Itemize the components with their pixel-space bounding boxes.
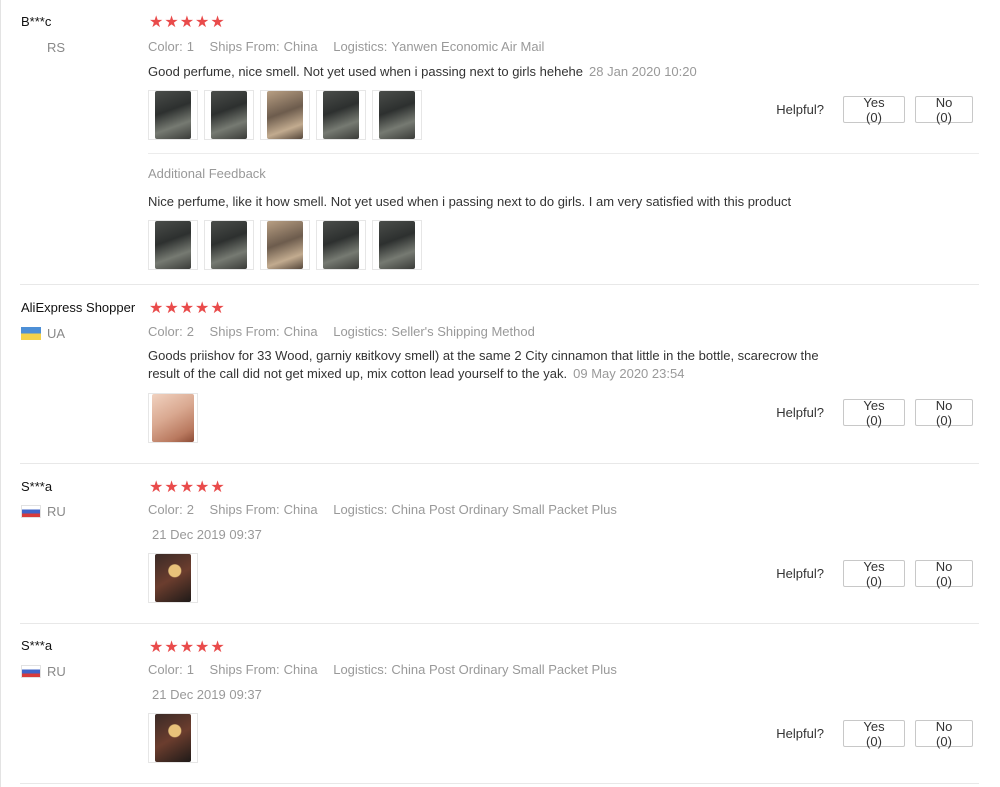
review-photo-thumbnail[interactable] (204, 90, 254, 140)
review-photo-thumbnail[interactable] (148, 393, 198, 443)
logistics-value: Yanwen Economic Air Mail (391, 39, 545, 54)
ships-from-label: Ships From: (209, 324, 280, 339)
review-photo-thumbnail[interactable] (372, 220, 422, 270)
ukraine-flag-icon (21, 327, 41, 340)
color-label: Color: (148, 662, 183, 677)
review-photo-thumbnail[interactable] (316, 90, 366, 140)
additional-feedback-photos (148, 220, 422, 270)
helpful-yes-button[interactable]: Yes (0) (843, 398, 905, 428)
country-code: UA (47, 326, 66, 341)
additional-feedback-label: Additional Feedback (148, 166, 266, 181)
color-value: 2 (186, 324, 194, 339)
review-divider (20, 284, 979, 285)
review-date: 09 May 2020 23:54 (573, 366, 685, 381)
helpful-yes-button[interactable]: Yes (0) (843, 95, 905, 125)
page-left-border (0, 0, 1, 787)
color-label: Color: (148, 502, 183, 517)
helpful-no-button[interactable]: No (0) (915, 398, 973, 428)
reviewer-country: UA (21, 326, 65, 341)
review-photo-thumbnail[interactable] (316, 220, 366, 270)
order-info: Color: 2 Ships From: China Logistics: China… (148, 502, 629, 517)
star-rating: ★★★★★ (149, 14, 226, 31)
review-photos (148, 713, 198, 763)
reviewer-country: RS (21, 40, 65, 55)
logistics-label: Logistics: (333, 662, 388, 677)
reviewer-name: B***c (21, 14, 52, 29)
color-value: 2 (186, 502, 194, 517)
additional-feedback-divider (148, 153, 979, 154)
review-body-line: result of the call did not get mixed up,… (148, 366, 568, 381)
review-photo-thumbnail[interactable] (372, 90, 422, 140)
review-photo-thumbnail[interactable] (148, 220, 198, 270)
logistics-value: China Post Ordinary Small Packet Plus (391, 502, 617, 517)
review-photos (148, 553, 198, 603)
review-photos (148, 90, 422, 140)
helpful-vote: Helpful? Yes (0) No (0) (776, 398, 973, 428)
logistics-value: Seller's Shipping Method (391, 324, 535, 339)
russia-flag-icon (21, 505, 41, 518)
helpful-no-button[interactable]: No (0) (915, 95, 973, 125)
logistics-value: China Post Ordinary Small Packet Plus (391, 662, 617, 677)
ships-from-label: Ships From: (209, 39, 280, 54)
review-photo-thumbnail[interactable] (204, 220, 254, 270)
reviewer-country: RU (21, 664, 66, 679)
helpful-vote: Helpful? Yes (0) No (0) (776, 719, 973, 749)
ships-from-value: China (283, 502, 318, 517)
helpful-label: Helpful? (776, 405, 824, 420)
country-code: RU (47, 664, 66, 679)
country-code: RU (47, 504, 66, 519)
order-info: Color: 2 Ships From: China Logistics: Selle… (148, 324, 547, 339)
ships-from-value: China (283, 39, 318, 54)
ships-from-value: China (283, 324, 318, 339)
color-label: Color: (148, 324, 183, 339)
review-body-line: Goods priishov for 33 Wood, garniy квitk… (148, 348, 819, 363)
review-photo-thumbnail[interactable] (148, 90, 198, 140)
logistics-label: Logistics: (333, 324, 388, 339)
review-text: Goods priishov for 33 Wood, garniy квitk… (148, 347, 819, 383)
logistics-label: Logistics: (333, 502, 388, 517)
order-info: Color: 1 Ships From: China Logistics: China… (148, 662, 629, 677)
review-body: Good perfume, nice smell. Not yet used w… (148, 64, 584, 79)
star-rating: ★★★★★ (149, 479, 226, 496)
review-date: 28 Jan 2020 10:20 (589, 64, 697, 79)
reviewer-name: S***a (21, 638, 53, 653)
review-photo-thumbnail[interactable] (148, 713, 198, 763)
color-value: 1 (186, 662, 194, 677)
reviewer-country: RU (21, 504, 66, 519)
order-info: Color: 1 Ships From: China Logistics: Yanwe… (148, 39, 556, 54)
review-divider (20, 623, 979, 624)
review-date: 21 Dec 2019 09:37 (152, 527, 262, 542)
star-rating: ★★★★★ (149, 639, 226, 656)
review-text: Good perfume, nice smell. Not yet used w… (148, 63, 697, 81)
helpful-no-button[interactable]: No (0) (915, 559, 973, 589)
helpful-label: Helpful? (776, 566, 824, 581)
review-divider (20, 463, 979, 464)
additional-feedback-text: Nice perfume, like it how smell. Not yet… (148, 194, 792, 209)
color-label: Color: (148, 39, 183, 54)
reviewer-name: S***a (21, 479, 53, 494)
logistics-label: Logistics: (333, 39, 388, 54)
helpful-label: Helpful? (776, 726, 824, 741)
helpful-vote: Helpful? Yes (0) No (0) (776, 559, 973, 589)
reviewer-name: AliExpress Shopper (21, 300, 136, 315)
ships-from-value: China (283, 662, 318, 677)
review-photo-thumbnail[interactable] (260, 220, 310, 270)
country-code: RS (47, 40, 66, 55)
color-value: 1 (186, 39, 194, 54)
review-photos (148, 393, 198, 443)
helpful-label: Helpful? (776, 102, 824, 117)
helpful-vote: Helpful? Yes (0) No (0) (776, 95, 973, 125)
helpful-yes-button[interactable]: Yes (0) (843, 559, 905, 589)
russia-flag-icon (21, 665, 41, 678)
review-divider (20, 783, 979, 784)
ships-from-label: Ships From: (209, 502, 280, 517)
review-photo-thumbnail[interactable] (148, 553, 198, 603)
helpful-yes-button[interactable]: Yes (0) (843, 719, 905, 749)
ships-from-label: Ships From: (209, 662, 280, 677)
star-rating: ★★★★★ (149, 300, 226, 317)
helpful-no-button[interactable]: No (0) (915, 719, 973, 749)
review-date: 21 Dec 2019 09:37 (152, 687, 262, 702)
review-photo-thumbnail[interactable] (260, 90, 310, 140)
